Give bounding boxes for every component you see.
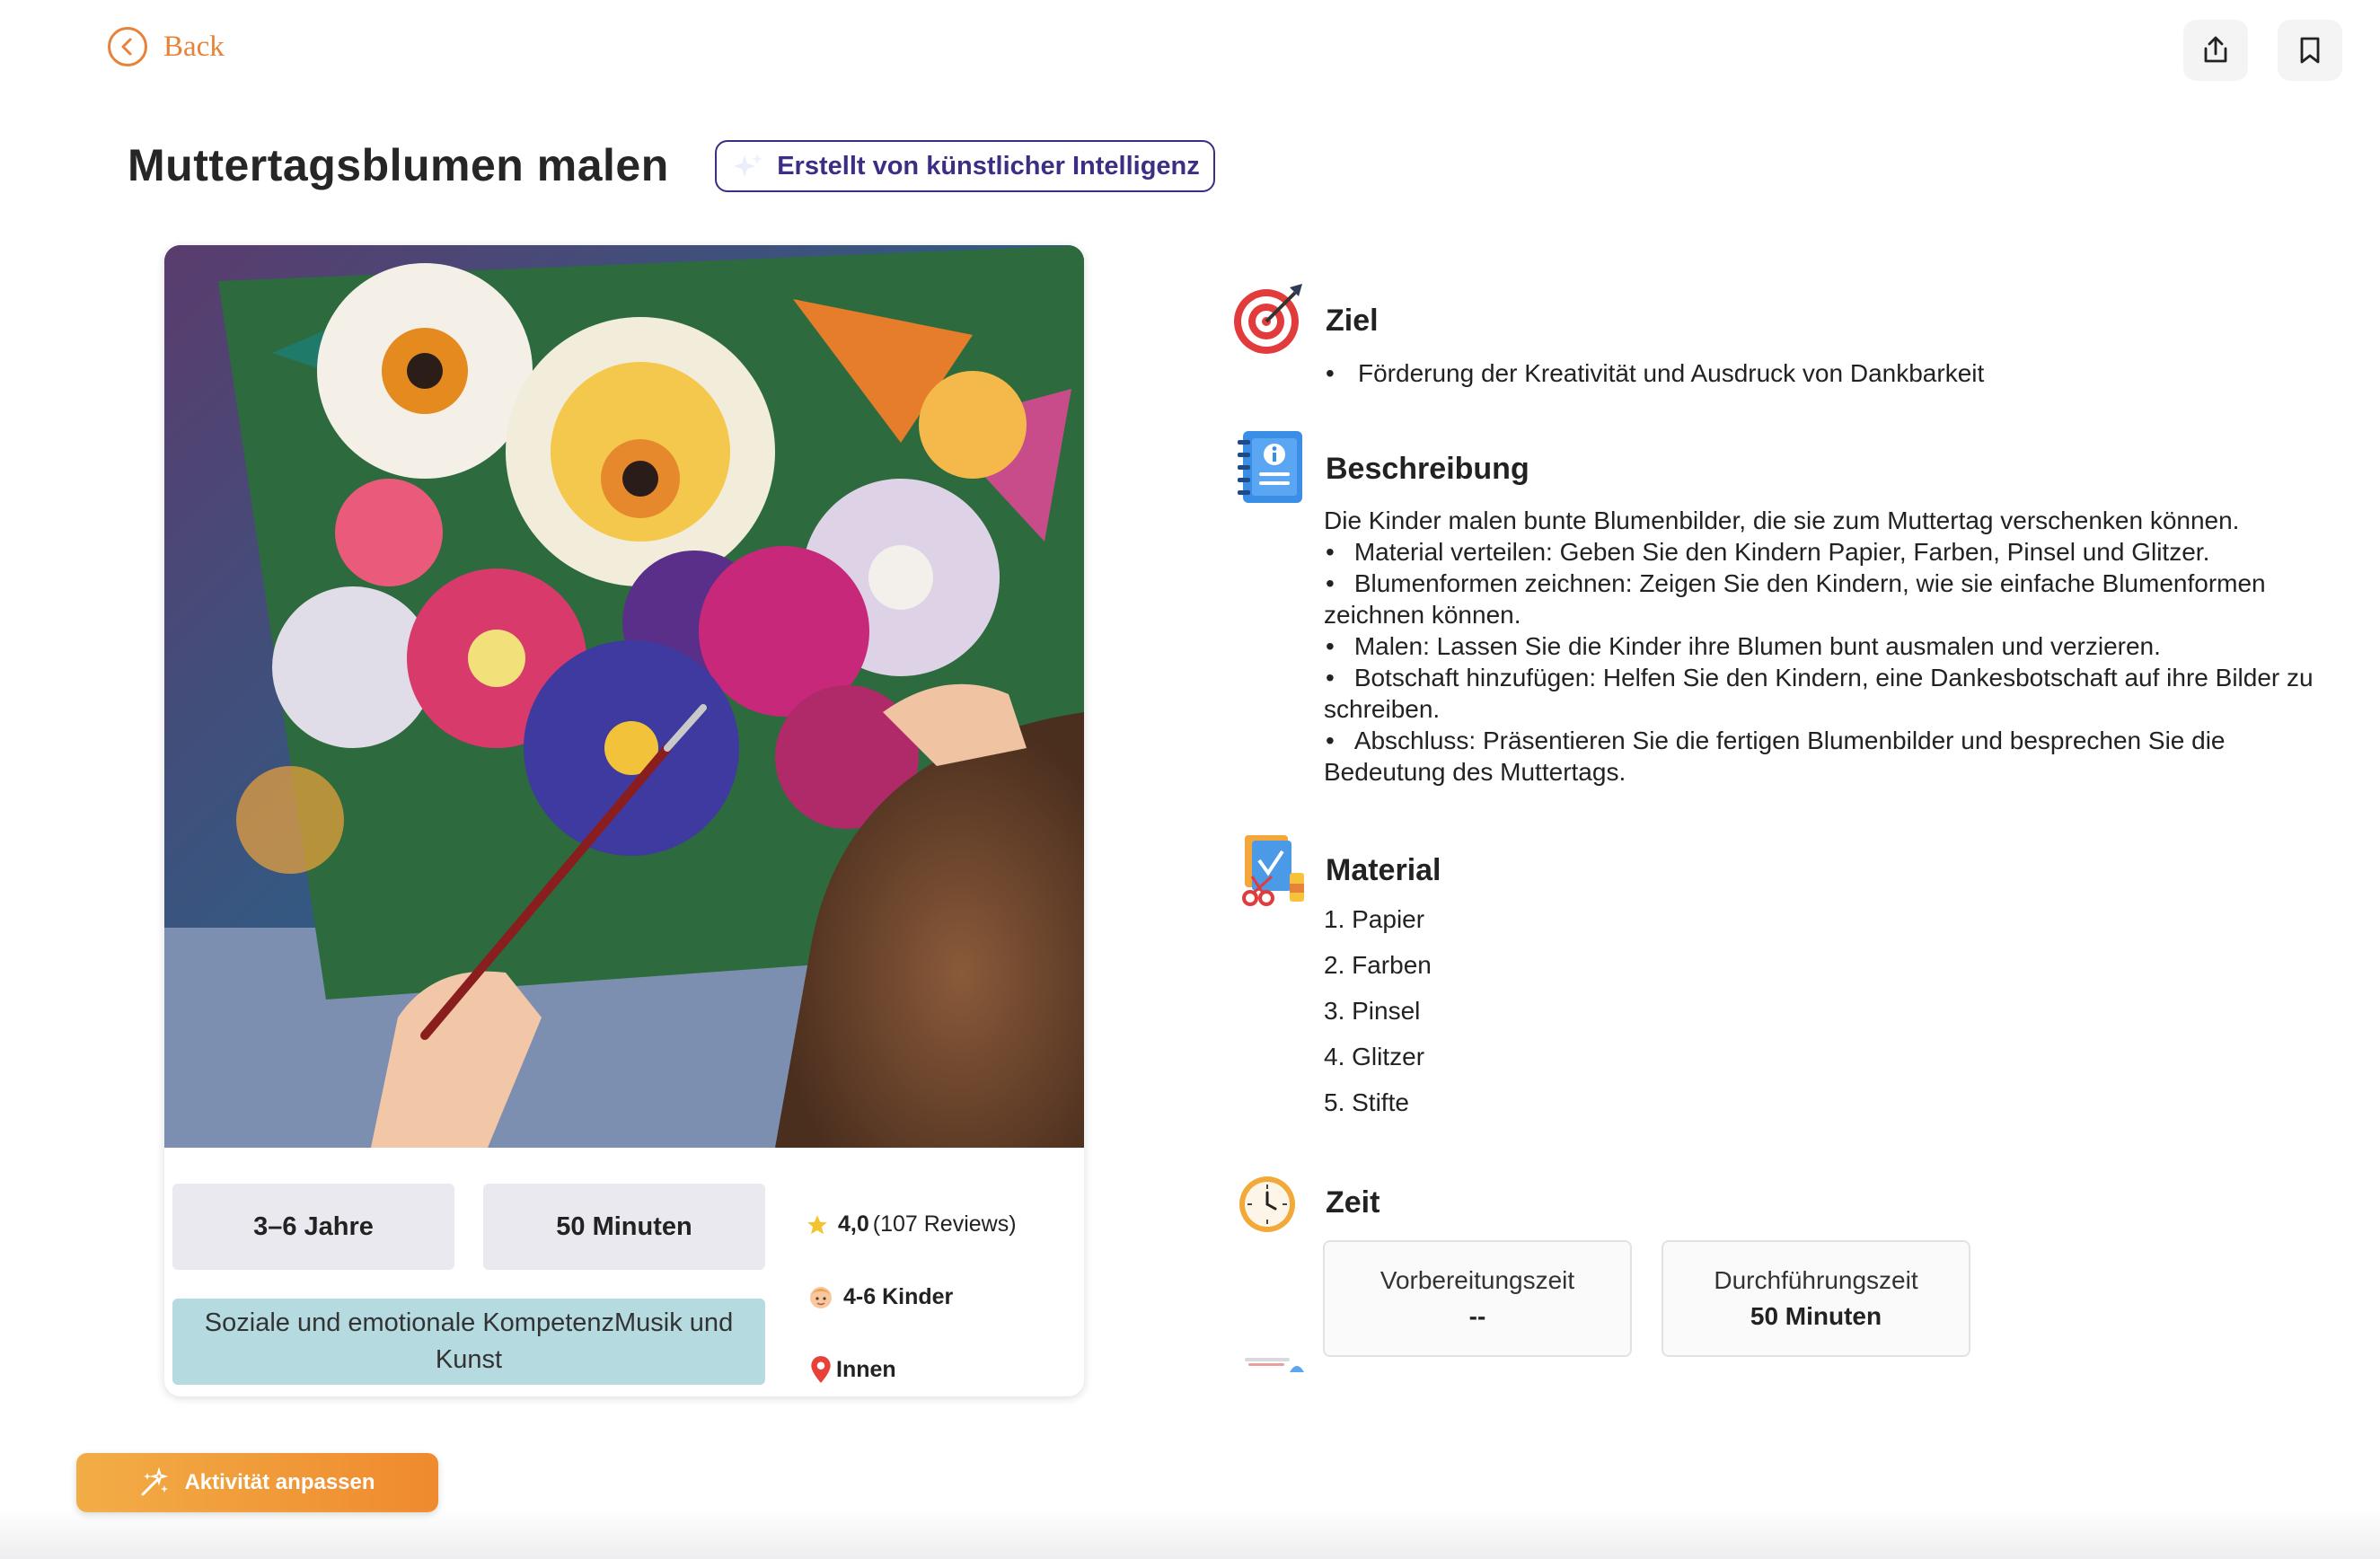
beschreibung-step: Material verteilen: Geben Sie den Kinder… [1324, 536, 2330, 568]
rating: 4,0 (107 Reviews) [806, 1211, 1017, 1238]
target-icon [1234, 284, 1302, 354]
beschreibung-step: Abschluss: Präsentieren Sie die fertigen… [1324, 725, 2330, 788]
ai-badge-label: Erstellt von künstlicher Intelligenz [777, 151, 1200, 181]
group-size-label: 4-6 Kinder [843, 1283, 954, 1309]
child-face-icon [810, 1287, 832, 1308]
material-item: 2. Farben [1324, 951, 1432, 979]
back-label: Back [163, 30, 225, 63]
next-section-icon [1245, 1358, 1304, 1372]
exec-time-label: Durchführungszeit [1714, 1266, 1918, 1294]
beschreibung-step: Botschaft hinzufügen: Helfen Sie den Kin… [1324, 662, 2330, 725]
material-item: 5. Stifte [1324, 1088, 1409, 1116]
ai-badge: Erstellt von künstlicher Intelligenz [715, 140, 1215, 192]
page-title: Muttertagsblumen malen [128, 140, 669, 190]
customize-activity-label: Aktivität anpassen [184, 1470, 375, 1494]
rating-count: (107 Reviews) [872, 1211, 1017, 1237]
zeit-title: Zeit [1326, 1185, 1380, 1220]
prep-time-label: Vorbereitungszeit [1380, 1266, 1575, 1294]
share-icon [2204, 36, 2227, 63]
material-item: 4. Glitzer [1324, 1043, 1425, 1070]
activity-photo [164, 245, 1084, 1148]
bottom-shadow [0, 1509, 2380, 1559]
bookmark-icon [2300, 37, 2320, 64]
beschreibung-body: Die Kinder malen bunte Blumenbilder, die… [1324, 505, 2330, 788]
clock-icon [1239, 1176, 1295, 1232]
age-chip: 3–6 Jahre [172, 1184, 454, 1270]
topics-chip: Soziale und emotionale KompetenzMusik un… [172, 1299, 765, 1385]
prep-time-box: Vorbereitungszeit -- [1323, 1240, 1632, 1357]
material-list: 1. Papier 2. Farben 3. Pinsel 4. Glitzer… [1324, 905, 1432, 1134]
material-title: Material [1326, 853, 1441, 887]
location-label: Innen [836, 1356, 896, 1382]
material-item: 3. Pinsel [1324, 997, 1421, 1025]
location-pin-icon [811, 1356, 831, 1383]
group-size: 4-6 Kinder [807, 1283, 953, 1310]
rating-value: 4,0 [838, 1211, 869, 1237]
back-link[interactable]: Back [108, 27, 225, 66]
craft-supplies-icon [1242, 835, 1304, 906]
beschreibung-intro: Die Kinder malen bunte Blumenbilder, die… [1324, 506, 2240, 534]
beschreibung-step: Blumenformen zeichnen: Zeigen Sie den Ki… [1324, 568, 2330, 630]
bookmark-button[interactable] [2278, 20, 2342, 81]
magic-wand-sparkle-icon [141, 1467, 169, 1496]
chevron-left-icon [108, 27, 147, 66]
star-icon [807, 1214, 827, 1234]
ziel-item: Förderung der Kreativität und Ausdruck v… [1324, 357, 2346, 389]
sparkle-icon [734, 154, 763, 177]
share-button[interactable] [2183, 20, 2248, 81]
ziel-title: Ziel [1326, 304, 1379, 338]
material-item: 1. Papier [1324, 905, 1425, 933]
customize-activity-button[interactable]: Aktivität anpassen [76, 1453, 438, 1512]
prep-time-value: -- [1468, 1302, 1486, 1330]
beschreibung-step: Malen: Lassen Sie die Kinder ihre Blumen… [1324, 630, 2330, 662]
duration-chip: 50 Minuten [483, 1184, 765, 1270]
exec-time-value: 50 Minuten [1750, 1302, 1882, 1330]
notebook-info-icon [1238, 431, 1302, 503]
exec-time-box: Durchführungszeit 50 Minuten [1662, 1240, 1970, 1357]
location: Innen [809, 1355, 896, 1384]
activity-card: 3–6 Jahre 50 Minuten Soziale und emotion… [164, 245, 1084, 1396]
beschreibung-title: Beschreibung [1326, 452, 1529, 486]
